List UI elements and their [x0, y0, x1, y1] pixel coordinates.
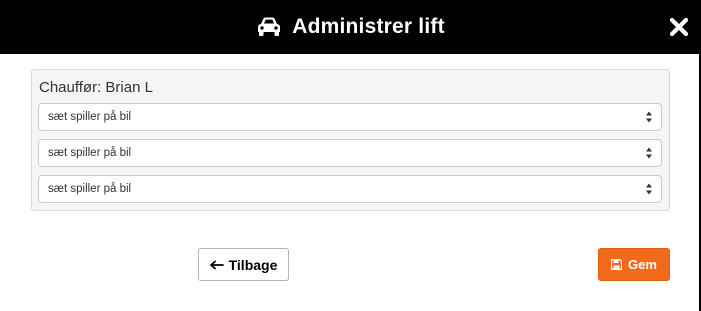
back-button[interactable]: Tilbage: [198, 248, 289, 281]
close-button[interactable]: [668, 16, 690, 38]
header-title-group: Administrer lift: [256, 15, 445, 39]
player-select-value: sæt spiller på bil: [48, 111, 132, 123]
manage-lift-modal: Administrer lift Chauffør: Brian L sæt s…: [0, 0, 701, 311]
select-arrows-icon: [641, 182, 657, 196]
player-select-2[interactable]: sæt spiller på bil: [38, 139, 662, 167]
player-select-value: sæt spiller på bil: [48, 183, 132, 195]
back-button-label: Tilbage: [228, 256, 278, 273]
modal-header: Administrer lift: [0, 0, 701, 54]
select-arrows-icon: [641, 146, 657, 160]
save-button-label: Gem: [628, 257, 657, 272]
floppy-disk-icon: [611, 259, 623, 270]
player-select-3[interactable]: sæt spiller på bil: [38, 175, 662, 203]
select-arrows-icon: [641, 110, 657, 124]
modal-title: Administrer lift: [292, 15, 445, 38]
arrow-left-icon: [209, 260, 224, 270]
driver-panel: Chauffør: Brian L sæt spiller på bil sæt…: [31, 69, 670, 211]
car-icon: [256, 16, 282, 38]
save-button[interactable]: Gem: [598, 248, 670, 281]
player-select-value: sæt spiller på bil: [48, 147, 132, 159]
close-icon: [669, 17, 689, 37]
driver-label: Chauffør: Brian L: [39, 79, 153, 96]
player-select-1[interactable]: sæt spiller på bil: [38, 103, 662, 131]
